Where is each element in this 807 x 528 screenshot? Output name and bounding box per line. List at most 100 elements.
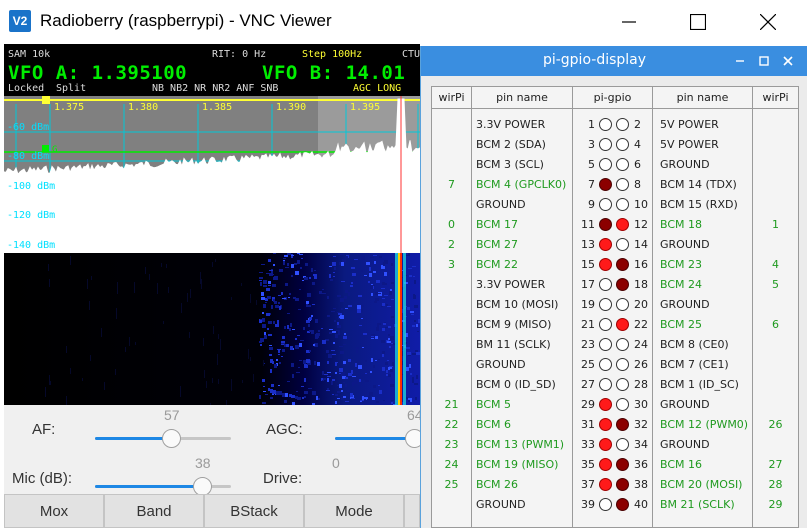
vfo-b-readout[interactable]: VFO B: 14.01 (262, 62, 405, 84)
waterfall-pixel (321, 328, 323, 329)
pin-led-right[interactable] (616, 358, 629, 371)
gpio-minimize-button[interactable] (731, 52, 749, 70)
pin-led-left[interactable] (599, 398, 612, 411)
pin-led-left[interactable] (599, 478, 612, 491)
pin-led-left[interactable] (599, 358, 612, 371)
pin-led-right[interactable] (616, 118, 629, 131)
pin-led-right[interactable] (616, 178, 629, 191)
mic-value: 38 (195, 455, 211, 471)
ctun-readout[interactable]: CTU (402, 49, 420, 60)
pin-led-right[interactable] (616, 318, 629, 331)
gpio-close-button[interactable] (779, 52, 797, 70)
pin-led-left[interactable] (599, 498, 612, 511)
pin-led-right[interactable] (616, 378, 629, 391)
waterfall-pixel (365, 373, 367, 374)
pin-number-right: 14 (634, 238, 648, 251)
pin-led-right[interactable] (616, 258, 629, 271)
waterfall-pixel (318, 399, 320, 400)
waterfall-pixel (391, 282, 394, 284)
agc-slider-knob[interactable] (405, 429, 420, 448)
pin-led-right[interactable] (616, 138, 629, 151)
pin-number-left: 7 (588, 178, 595, 191)
waterfall-pixel (390, 369, 393, 372)
pin-led-right[interactable] (616, 458, 629, 471)
waterfall-pixel (343, 336, 347, 339)
waterfall-pixel (287, 253, 291, 255)
pin-led-left[interactable] (599, 258, 612, 271)
vfo-a-readout[interactable]: VFO A: 1.395100 (8, 62, 187, 84)
minimize-button[interactable] (606, 0, 652, 44)
waterfall-pixel (259, 280, 262, 281)
agc-indicator[interactable]: AGC LONG (353, 83, 401, 94)
pin-led-right[interactable] (616, 398, 629, 411)
waterfall[interactable] (4, 253, 420, 405)
wirpi-left: 24 (444, 458, 459, 471)
pin-led-right[interactable] (616, 498, 629, 511)
gpio-titlebar[interactable]: pi-gpio-display (421, 46, 807, 76)
pin-led-right[interactable] (616, 438, 629, 451)
mode-button[interactable]: Mode (304, 494, 404, 528)
waterfall-pixel (330, 279, 333, 281)
pin-led-right[interactable] (616, 418, 629, 431)
pin-led-left[interactable] (599, 378, 612, 391)
pin-led-left[interactable] (599, 338, 612, 351)
next-button-partial[interactable] (404, 494, 420, 528)
waterfall-pixel (292, 329, 295, 330)
af-slider-knob[interactable] (162, 429, 181, 448)
pin-led-left[interactable] (599, 118, 612, 131)
waterfall-pixel (332, 262, 336, 266)
pin-name-right: 5V POWER (660, 118, 719, 131)
gpio-row: BCM 2 (SDA) 3 4 5V POWER (431, 136, 799, 156)
pin-led-right[interactable] (616, 278, 629, 291)
waterfall-pixel (273, 253, 276, 254)
pin-led-left[interactable] (599, 178, 612, 191)
close-button[interactable] (745, 0, 791, 44)
dbm-tick-label: -80 dBm (7, 151, 49, 162)
waterfall-pixel (338, 313, 342, 315)
waterfall-pixel (341, 390, 343, 392)
gpio-maximize-button[interactable] (755, 52, 773, 70)
drive-value: 0 (332, 455, 340, 471)
waterfall-pixel (408, 268, 412, 269)
pin-led-left[interactable] (599, 238, 612, 251)
pin-led-left[interactable] (599, 198, 612, 211)
pin-led-right[interactable] (616, 478, 629, 491)
step-readout[interactable]: Step 100Hz (302, 49, 362, 60)
pin-led-left[interactable] (599, 138, 612, 151)
agc-slider[interactable] (335, 429, 420, 448)
waterfall-pixel (301, 386, 304, 387)
waterfall-pixel (70, 368, 71, 374)
pin-led-left[interactable] (599, 418, 612, 431)
locked-indicator[interactable]: Locked (8, 83, 44, 94)
pin-led-left[interactable] (599, 218, 612, 231)
panadapter[interactable]: G 1.375 1.380 1.385 1.390 1.395 -60 dBm -80 d… (4, 96, 420, 253)
pin-number-left: 35 (581, 458, 595, 471)
mox-button[interactable]: Mox (4, 494, 104, 528)
pin-led-left[interactable] (599, 318, 612, 331)
dsp-flags[interactable]: NB NB2 NR NR2 ANF SNB (152, 83, 278, 94)
pin-led-left[interactable] (599, 158, 612, 171)
pin-name-right: GROUND (660, 298, 710, 311)
waterfall-pixel (343, 361, 346, 364)
pin-led-right[interactable] (616, 238, 629, 251)
pin-led-right[interactable] (616, 298, 629, 311)
af-slider[interactable] (95, 429, 231, 448)
pin-led-right[interactable] (616, 218, 629, 231)
pin-led-left[interactable] (599, 438, 612, 451)
bstack-button[interactable]: BStack (204, 494, 304, 528)
mic-slider[interactable] (95, 477, 231, 496)
waterfall-pixel (355, 363, 357, 367)
band-button[interactable]: Band (104, 494, 204, 528)
pin-led-left[interactable] (599, 278, 612, 291)
waterfall-pixel (362, 347, 364, 348)
agc-value: 64 (407, 407, 420, 423)
pin-led-left[interactable] (599, 298, 612, 311)
pin-led-right[interactable] (616, 158, 629, 171)
waterfall-pixel (317, 362, 320, 366)
maximize-button[interactable] (675, 0, 721, 44)
waterfall-pixel (361, 318, 363, 319)
pin-led-left[interactable] (599, 458, 612, 471)
pin-led-right[interactable] (616, 338, 629, 351)
split-indicator[interactable]: Split (56, 83, 86, 94)
pin-led-right[interactable] (616, 198, 629, 211)
